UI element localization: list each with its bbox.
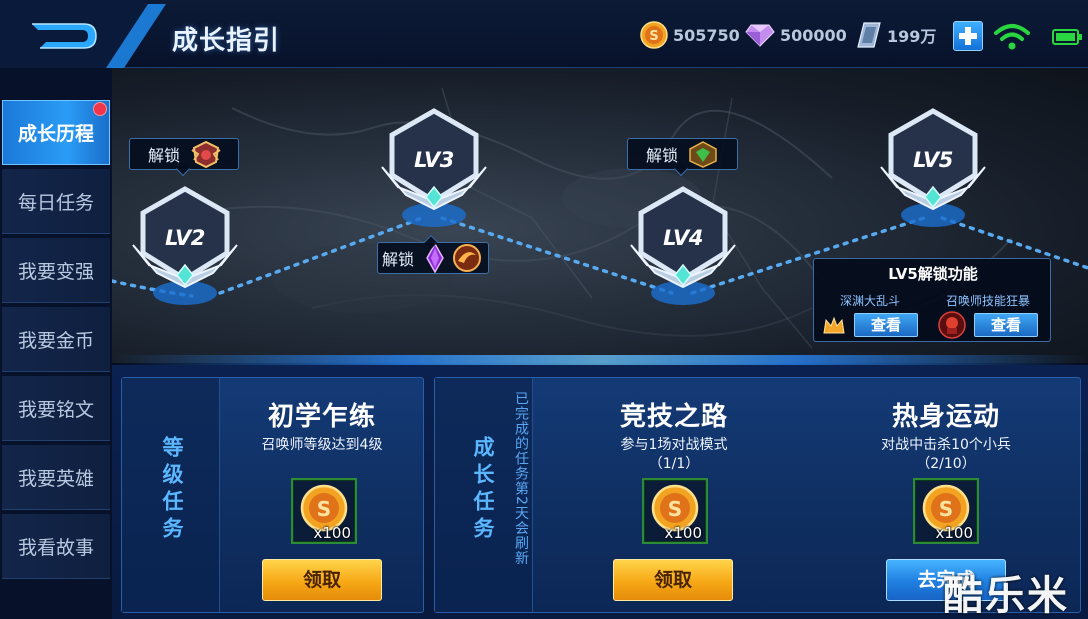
task-title: 竞技之路 — [619, 402, 728, 432]
level-label: LV5 — [913, 148, 953, 172]
level-task-side: 等级任务 — [122, 378, 220, 612]
svg-text:S: S — [939, 497, 953, 521]
task-title: 初学乍练 — [267, 402, 376, 432]
unlock-label: 解锁 — [646, 146, 679, 165]
svg-text:S: S — [317, 497, 331, 521]
crown-icon — [823, 316, 845, 334]
reward-box: S x100 — [913, 478, 979, 544]
growth-task-label: 成长任务 — [471, 436, 495, 544]
claim-button[interactable]: 领取 — [613, 559, 733, 601]
feature-abyss-brawl: 深渊大乱斗 — [840, 294, 901, 308]
reward-quantity: x100 — [664, 524, 702, 542]
level-task-label: 等级任务 — [160, 436, 184, 544]
coupon-icon — [857, 22, 881, 48]
gold-amount: 505750 — [673, 25, 740, 45]
level-badge-lv5[interactable]: LV5 — [873, 105, 993, 235]
unlock-tag-lv3: 解锁 — [377, 234, 489, 274]
claim-button[interactable]: 领取 — [262, 559, 382, 601]
menu-item-get-gold[interactable]: 我要金币 — [2, 307, 110, 372]
gold-coin-icon: S — [640, 21, 668, 49]
unlock-tag-lv2: 解锁 — [129, 138, 239, 177]
task-description: 召唤师等级达到4级 — [261, 437, 383, 453]
menu-item-stories[interactable]: 我看故事 — [2, 514, 110, 579]
refresh-note: 已完成的任务第2天会刷新 — [513, 391, 529, 566]
task-description: 对战中击杀10个小兵 — [881, 437, 1011, 453]
feature-summoner-skill: 召唤师技能狂暴 — [946, 294, 1031, 308]
task-description: 参与1场对战模式 — [620, 437, 728, 453]
plus-icon — [959, 27, 977, 45]
diamond-amount: 500000 — [780, 25, 847, 45]
task-title: 热身运动 — [891, 402, 1000, 432]
lv5-unlock-panel: LV5解锁功能 深渊大乱斗 召唤师技能狂暴 查看 查看 — [813, 258, 1051, 342]
coupon-amount: 199万 — [887, 27, 937, 46]
reward-box: S x100 — [291, 478, 357, 544]
level-label: LV2 — [165, 226, 205, 250]
task-progress: （2/10） — [916, 456, 976, 472]
view-abyss-brawl-button[interactable]: 查看 — [854, 313, 918, 337]
recharge-button[interactable] — [953, 21, 983, 51]
unlock-label: 解锁 — [382, 250, 415, 269]
treasure-box-icon — [689, 141, 717, 168]
svg-text:S: S — [668, 497, 682, 521]
menu-item-daily-tasks[interactable]: 每日任务 — [2, 169, 110, 234]
coupon-balance: 199万 — [856, 20, 936, 50]
task-progress: （1/1） — [648, 456, 700, 472]
berserk-skill-icon — [938, 311, 966, 339]
view-summoner-skill-button[interactable]: 查看 — [974, 313, 1038, 337]
side-menu: 成长历程 每日任务 我要变强 我要金币 我要铭文 我要英雄 我看故事 — [0, 68, 112, 619]
top-bar: 成长指引 S 505750 500000 199万 — [0, 0, 1088, 68]
level-badge-lv2[interactable]: LV2 — [125, 183, 245, 313]
gold-balance: S 505750 — [640, 20, 740, 50]
level-badge-lv3[interactable]: LV3 — [374, 105, 494, 235]
reward-quantity: x100 — [935, 524, 973, 542]
menu-item-get-stronger[interactable]: 我要变强 — [2, 238, 110, 303]
back-arrow-icon — [0, 0, 166, 68]
level-label: LV3 — [414, 148, 454, 172]
lv5-panel-title: LV5解锁功能 — [888, 265, 978, 283]
rank-emblem-icon — [191, 140, 221, 168]
summoner-skill-icon — [453, 244, 482, 272]
level-task-panel: 等级任务 初学乍练 召唤师等级达到4级 S x100 领取 — [121, 377, 424, 613]
menu-item-get-inscriptions[interactable]: 我要铭文 — [2, 376, 110, 441]
level-label: LV4 — [663, 226, 703, 250]
svg-text:S: S — [649, 29, 658, 44]
reward-box: S x100 — [642, 478, 708, 544]
watermark: 酷乐米 — [943, 573, 1069, 619]
map-divider-glow — [112, 355, 1088, 365]
back-button[interactable] — [0, 0, 170, 68]
wifi-icon — [994, 24, 1030, 50]
diamond-balance: 500000 — [745, 20, 847, 50]
unlock-tag-lv4: 解锁 — [627, 138, 738, 177]
level-badge-lv4[interactable]: LV4 — [623, 183, 743, 313]
reward-quantity: x100 — [313, 524, 351, 542]
inscription-icon — [426, 243, 444, 273]
battery-icon — [1052, 29, 1082, 45]
page-title: 成长指引 — [172, 26, 281, 56]
notification-dot — [93, 102, 107, 116]
unlock-label: 解锁 — [148, 146, 181, 165]
diamond-icon — [745, 24, 775, 47]
menu-item-get-heroes[interactable]: 我要英雄 — [2, 445, 110, 510]
